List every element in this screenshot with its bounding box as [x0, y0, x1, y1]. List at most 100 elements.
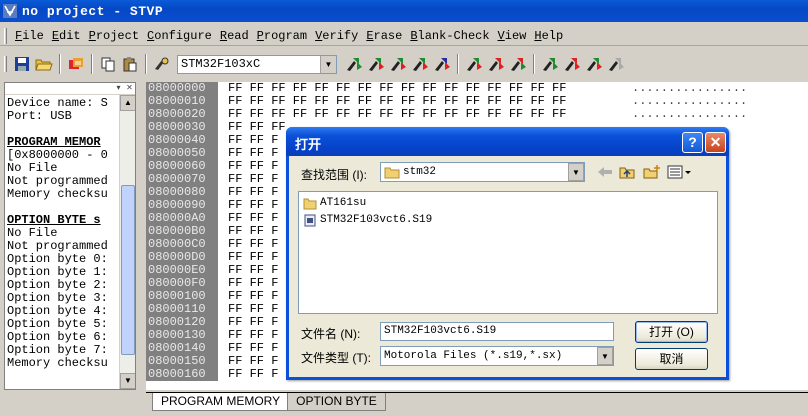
menu-configure[interactable]: Configure: [143, 29, 216, 43]
program-option-button[interactable]: [507, 53, 529, 75]
file-name: STM32F103vct6.S19: [320, 214, 433, 226]
chevron-down-icon[interactable]: ▼: [320, 55, 336, 73]
copy-button[interactable]: [97, 53, 119, 75]
program-all-button[interactable]: [485, 53, 507, 75]
read-option-button[interactable]: [387, 53, 409, 75]
disabled-button[interactable]: [605, 53, 627, 75]
info-line: Memory checksu: [7, 187, 108, 201]
paste-icon: [123, 57, 137, 72]
info-panel: ▾ ✕ Device name: S Port: USB PROGRAM MEMOR…: [4, 82, 136, 390]
memory-tabs: PROGRAM MEMORY OPTION BYTE: [146, 392, 808, 411]
help-button[interactable]: ?: [682, 132, 703, 153]
back-button[interactable]: [594, 163, 616, 181]
menu-edit[interactable]: Edit: [48, 29, 85, 43]
tab-option-byte[interactable]: OPTION BYTE: [287, 393, 386, 411]
blank-check-button[interactable]: [561, 53, 583, 75]
file-list-item[interactable]: AT161su: [303, 195, 366, 211]
read-all-button[interactable]: [365, 53, 387, 75]
chip-arrow-icon: [543, 58, 558, 71]
lookin-label: 查找范围 (I):: [301, 168, 367, 182]
menu-help[interactable]: Help: [530, 29, 567, 43]
menu-program[interactable]: Program: [253, 29, 311, 43]
toolbar-separator: [145, 54, 147, 74]
info-line: Memory checksu: [7, 356, 108, 370]
lookin-select[interactable]: stm32 ▼: [380, 162, 585, 182]
connect-button[interactable]: [151, 53, 173, 75]
view-menu-icon: [667, 165, 691, 179]
chip-arrow-icon: [565, 58, 580, 71]
menu-bar: File Edit Project Configure Read Program Verif…: [0, 26, 808, 46]
menu-view[interactable]: View: [494, 29, 531, 43]
tab-program-memory[interactable]: PROGRAM MEMORY: [152, 393, 290, 411]
filetype-select[interactable]: Motorola Files (*.s19,*.sx) ▼: [380, 346, 614, 366]
toolbar-grip: [4, 56, 7, 72]
project-icon: [69, 58, 83, 69]
menu-read[interactable]: Read: [216, 29, 253, 43]
program-current-button[interactable]: [463, 53, 485, 75]
open-button[interactable]: 打开 (O): [635, 321, 708, 343]
filename-input[interactable]: STM32F103vct6.S19: [380, 322, 614, 341]
file-list-item[interactable]: STM32F103vct6.S19: [303, 212, 432, 228]
menu-project[interactable]: Project: [85, 29, 143, 43]
filetype-label: 文件类型 (T):: [301, 351, 371, 365]
chip-arrow-icon: [489, 58, 504, 71]
folder-icon: [384, 167, 400, 178]
project-button[interactable]: [65, 53, 87, 75]
view-menu-button[interactable]: [665, 163, 693, 181]
dialog-title: 打开: [295, 137, 322, 152]
chip-arrow-icon: [435, 58, 450, 71]
erase-all-button[interactable]: [583, 53, 605, 75]
file-icon: [304, 214, 316, 226]
chip-arrow-icon: [391, 58, 406, 71]
erase-button[interactable]: [539, 53, 561, 75]
file-name: AT161su: [320, 197, 367, 209]
device-select[interactable]: STM32F103xC ▼: [177, 54, 337, 74]
chip-connect-icon: [155, 57, 169, 70]
menu-file[interactable]: File: [11, 29, 48, 43]
pin-icon[interactable]: ▾: [113, 83, 124, 94]
title-bar: no project - STVP: [0, 0, 808, 22]
scroll-thumb[interactable]: [121, 185, 135, 355]
folder-icon: [303, 198, 317, 209]
info-scrollbar[interactable]: ▲ ▼: [119, 95, 135, 389]
cancel-button[interactable]: 取消: [635, 348, 708, 370]
chip-arrow-icon: [609, 58, 624, 71]
open-file-dialog: 打开 ? ✕ 查找范围 (I): stm32 ▼ AT161su STM32F10…: [286, 127, 729, 380]
memory-ascii: ................: [632, 107, 748, 121]
paste-button[interactable]: [119, 53, 141, 75]
up-folder-icon: [619, 167, 635, 179]
chip-arrow-icon: [413, 58, 428, 71]
menu-erase[interactable]: Erase: [362, 29, 406, 43]
info-text: Device name: S Port: USB PROGRAM MEMOR [0x8…: [7, 97, 121, 370]
menu-blank-check[interactable]: Blank-Check: [406, 29, 493, 43]
verify-all-button[interactable]: [431, 53, 453, 75]
file-list[interactable]: AT161su STM32F103vct6.S19: [298, 191, 718, 314]
menu-verify[interactable]: Verify: [311, 29, 362, 43]
dialog-title-bar: 打开 ? ✕: [286, 127, 729, 156]
chip-arrow-icon: [347, 58, 362, 71]
new-folder-button[interactable]: [641, 163, 663, 181]
scroll-up-icon[interactable]: ▲: [120, 95, 135, 111]
scroll-down-icon[interactable]: ▼: [120, 373, 135, 389]
open-button[interactable]: [33, 53, 55, 75]
read-current-button[interactable]: [343, 53, 365, 75]
filename-label: 文件名 (N):: [301, 327, 361, 341]
open-folder-icon: [35, 59, 53, 71]
chevron-down-icon[interactable]: ▼: [597, 347, 613, 365]
close-icon[interactable]: ✕: [124, 83, 135, 94]
action-buttons: [343, 53, 627, 75]
up-folder-button[interactable]: [617, 163, 639, 181]
save-button[interactable]: [11, 53, 33, 75]
close-button[interactable]: ✕: [705, 132, 726, 153]
back-arrow-icon: [598, 167, 612, 177]
toolbar: STM32F103xC ▼: [0, 50, 808, 78]
chip-arrow-icon: [369, 58, 384, 71]
device-select-value: STM32F103xC: [181, 57, 261, 71]
memory-bytes[interactable]: FF FF F: [228, 368, 278, 381]
chevron-down-icon[interactable]: ▼: [568, 163, 584, 181]
chip-arrow-icon: [587, 58, 602, 71]
menu-grip: [4, 27, 7, 44]
filetype-value: Motorola Files (*.s19,*.sx): [384, 350, 563, 362]
copy-icon: [101, 57, 115, 72]
verify-current-button[interactable]: [409, 53, 431, 75]
